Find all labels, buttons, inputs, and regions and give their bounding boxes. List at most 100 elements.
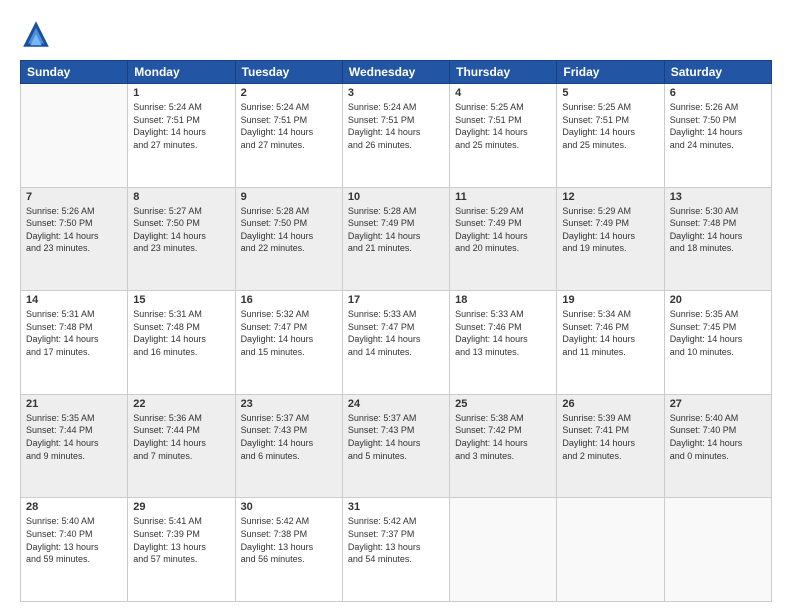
calendar-table: SundayMondayTuesdayWednesdayThursdayFrid… xyxy=(20,60,772,602)
day-info: Sunrise: 5:29 AMSunset: 7:49 PMDaylight:… xyxy=(562,205,658,255)
week-row-4: 21 Sunrise: 5:35 AMSunset: 7:44 PMDayligh… xyxy=(21,394,772,498)
day-number: 23 xyxy=(241,398,337,410)
day-number: 13 xyxy=(670,191,766,203)
day-info: Sunrise: 5:33 AMSunset: 7:46 PMDaylight:… xyxy=(455,308,551,358)
day-number: 10 xyxy=(348,191,444,203)
day-number: 16 xyxy=(241,294,337,306)
day-number: 30 xyxy=(241,501,337,513)
day-number: 17 xyxy=(348,294,444,306)
calendar-cell: 1 Sunrise: 5:24 AMSunset: 7:51 PMDaylight… xyxy=(128,84,235,188)
day-number: 4 xyxy=(455,87,551,99)
calendar-cell: 15Sunrise: 5:31 AMSunset: 7:48 PMDayligh… xyxy=(128,291,235,395)
day-info: Sunrise: 5:26 AMSunset: 7:50 PMDaylight:… xyxy=(670,101,766,151)
day-info: Sunrise: 5:31 AMSunset: 7:48 PMDaylight:… xyxy=(26,308,122,358)
calendar-cell xyxy=(21,84,128,188)
weekday-header-friday: Friday xyxy=(557,61,664,84)
day-info: Sunrise: 5:28 AMSunset: 7:50 PMDaylight:… xyxy=(241,205,337,255)
logo-icon xyxy=(20,18,52,50)
day-number: 5 xyxy=(562,87,658,99)
day-number: 22 xyxy=(133,398,229,410)
calendar-cell: 4 Sunrise: 5:25 AMSunset: 7:51 PMDaylight… xyxy=(450,84,557,188)
day-info: Sunrise: 5:26 AMSunset: 7:50 PMDaylight:… xyxy=(26,205,122,255)
day-number: 11 xyxy=(455,191,551,203)
calendar-cell: 3Sunrise: 5:24 AMSunset: 7:51 PMDaylight… xyxy=(342,84,449,188)
calendar-cell: 22 Sunrise: 5:36 AMSunset: 7:44 PMDayligh… xyxy=(128,394,235,498)
day-number: 20 xyxy=(670,294,766,306)
weekday-header-sunday: Sunday xyxy=(21,61,128,84)
week-row-2: 7 Sunrise: 5:26 AMSunset: 7:50 PMDaylight… xyxy=(21,187,772,291)
day-number: 2 xyxy=(241,87,337,99)
calendar-cell: 31 Sunrise: 5:42 AMSunset: 7:37 PMDayligh… xyxy=(342,498,449,602)
day-number: 18 xyxy=(455,294,551,306)
day-info: Sunrise: 5:25 AMSunset: 7:51 PMDaylight:… xyxy=(455,101,551,151)
weekday-header-saturday: Saturday xyxy=(664,61,771,84)
day-number: 14 xyxy=(26,294,122,306)
day-info: Sunrise: 5:24 AMSunset: 7:51 PMDaylight:… xyxy=(241,101,337,151)
day-number: 31 xyxy=(348,501,444,513)
day-info: Sunrise: 5:39 AMSunset: 7:41 PMDaylight:… xyxy=(562,412,658,462)
calendar-cell: 7 Sunrise: 5:26 AMSunset: 7:50 PMDaylight… xyxy=(21,187,128,291)
day-info: Sunrise: 5:24 AMSunset: 7:51 PMDaylight:… xyxy=(348,101,444,151)
day-info: Sunrise: 5:38 AMSunset: 7:42 PMDaylight:… xyxy=(455,412,551,462)
day-number: 25 xyxy=(455,398,551,410)
day-number: 24 xyxy=(348,398,444,410)
weekday-header-wednesday: Wednesday xyxy=(342,61,449,84)
day-number: 1 xyxy=(133,87,229,99)
calendar-cell: 12 Sunrise: 5:29 AMSunset: 7:49 PMDayligh… xyxy=(557,187,664,291)
calendar-cell: 11 Sunrise: 5:29 AMSunset: 7:49 PMDayligh… xyxy=(450,187,557,291)
day-info: Sunrise: 5:29 AMSunset: 7:49 PMDaylight:… xyxy=(455,205,551,255)
day-info: Sunrise: 5:34 AMSunset: 7:46 PMDaylight:… xyxy=(562,308,658,358)
day-info: Sunrise: 5:36 AMSunset: 7:44 PMDaylight:… xyxy=(133,412,229,462)
calendar-cell: 24 Sunrise: 5:37 AMSunset: 7:43 PMDayligh… xyxy=(342,394,449,498)
day-info: Sunrise: 5:33 AMSunset: 7:47 PMDaylight:… xyxy=(348,308,444,358)
calendar-cell: 29 Sunrise: 5:41 AMSunset: 7:39 PMDayligh… xyxy=(128,498,235,602)
calendar-cell xyxy=(450,498,557,602)
calendar-cell: 18 Sunrise: 5:33 AMSunset: 7:46 PMDayligh… xyxy=(450,291,557,395)
weekday-header-row: SundayMondayTuesdayWednesdayThursdayFrid… xyxy=(21,61,772,84)
day-info: Sunrise: 5:28 AMSunset: 7:49 PMDaylight:… xyxy=(348,205,444,255)
day-info: Sunrise: 5:42 AMSunset: 7:37 PMDaylight:… xyxy=(348,515,444,565)
day-number: 9 xyxy=(241,191,337,203)
calendar-cell: 8 Sunrise: 5:27 AMSunset: 7:50 PMDaylight… xyxy=(128,187,235,291)
day-info: Sunrise: 5:40 AMSunset: 7:40 PMDaylight:… xyxy=(26,515,122,565)
day-number: 26 xyxy=(562,398,658,410)
calendar-cell: 14 Sunrise: 5:31 AMSunset: 7:48 PMDayligh… xyxy=(21,291,128,395)
calendar-cell: 17 Sunrise: 5:33 AMSunset: 7:47 PMDayligh… xyxy=(342,291,449,395)
day-info: Sunrise: 5:37 AMSunset: 7:43 PMDaylight:… xyxy=(241,412,337,462)
day-info: Sunrise: 5:30 AMSunset: 7:48 PMDaylight:… xyxy=(670,205,766,255)
calendar-cell: 21 Sunrise: 5:35 AMSunset: 7:44 PMDayligh… xyxy=(21,394,128,498)
calendar-cell: 30Sunrise: 5:42 AMSunset: 7:38 PMDayligh… xyxy=(235,498,342,602)
week-row-5: 28 Sunrise: 5:40 AMSunset: 7:40 PMDayligh… xyxy=(21,498,772,602)
day-info: Sunrise: 5:31 AMSunset: 7:48 PMDaylight:… xyxy=(133,308,229,358)
day-number: 29 xyxy=(133,501,229,513)
day-info: Sunrise: 5:41 AMSunset: 7:39 PMDaylight:… xyxy=(133,515,229,565)
day-info: Sunrise: 5:24 AMSunset: 7:51 PMDaylight:… xyxy=(133,101,229,151)
calendar-cell: 5Sunrise: 5:25 AMSunset: 7:51 PMDaylight… xyxy=(557,84,664,188)
calendar-cell: 28 Sunrise: 5:40 AMSunset: 7:40 PMDayligh… xyxy=(21,498,128,602)
calendar-cell xyxy=(557,498,664,602)
calendar-cell: 9 Sunrise: 5:28 AMSunset: 7:50 PMDaylight… xyxy=(235,187,342,291)
day-number: 7 xyxy=(26,191,122,203)
day-number: 19 xyxy=(562,294,658,306)
weekday-header-thursday: Thursday xyxy=(450,61,557,84)
weekday-header-tuesday: Tuesday xyxy=(235,61,342,84)
day-number: 27 xyxy=(670,398,766,410)
header xyxy=(20,18,772,50)
day-info: Sunrise: 5:27 AMSunset: 7:50 PMDaylight:… xyxy=(133,205,229,255)
calendar-cell: 6 Sunrise: 5:26 AMSunset: 7:50 PMDaylight… xyxy=(664,84,771,188)
week-row-1: 1 Sunrise: 5:24 AMSunset: 7:51 PMDaylight… xyxy=(21,84,772,188)
day-number: 28 xyxy=(26,501,122,513)
calendar-cell: 25 Sunrise: 5:38 AMSunset: 7:42 PMDayligh… xyxy=(450,394,557,498)
week-row-3: 14 Sunrise: 5:31 AMSunset: 7:48 PMDayligh… xyxy=(21,291,772,395)
day-number: 6 xyxy=(670,87,766,99)
day-number: 12 xyxy=(562,191,658,203)
calendar-cell: 13 Sunrise: 5:30 AMSunset: 7:48 PMDayligh… xyxy=(664,187,771,291)
day-info: Sunrise: 5:35 AMSunset: 7:44 PMDaylight:… xyxy=(26,412,122,462)
day-number: 8 xyxy=(133,191,229,203)
day-number: 21 xyxy=(26,398,122,410)
day-info: Sunrise: 5:40 AMSunset: 7:40 PMDaylight:… xyxy=(670,412,766,462)
day-info: Sunrise: 5:35 AMSunset: 7:45 PMDaylight:… xyxy=(670,308,766,358)
day-info: Sunrise: 5:37 AMSunset: 7:43 PMDaylight:… xyxy=(348,412,444,462)
day-info: Sunrise: 5:32 AMSunset: 7:47 PMDaylight:… xyxy=(241,308,337,358)
calendar-cell: 16 Sunrise: 5:32 AMSunset: 7:47 PMDayligh… xyxy=(235,291,342,395)
